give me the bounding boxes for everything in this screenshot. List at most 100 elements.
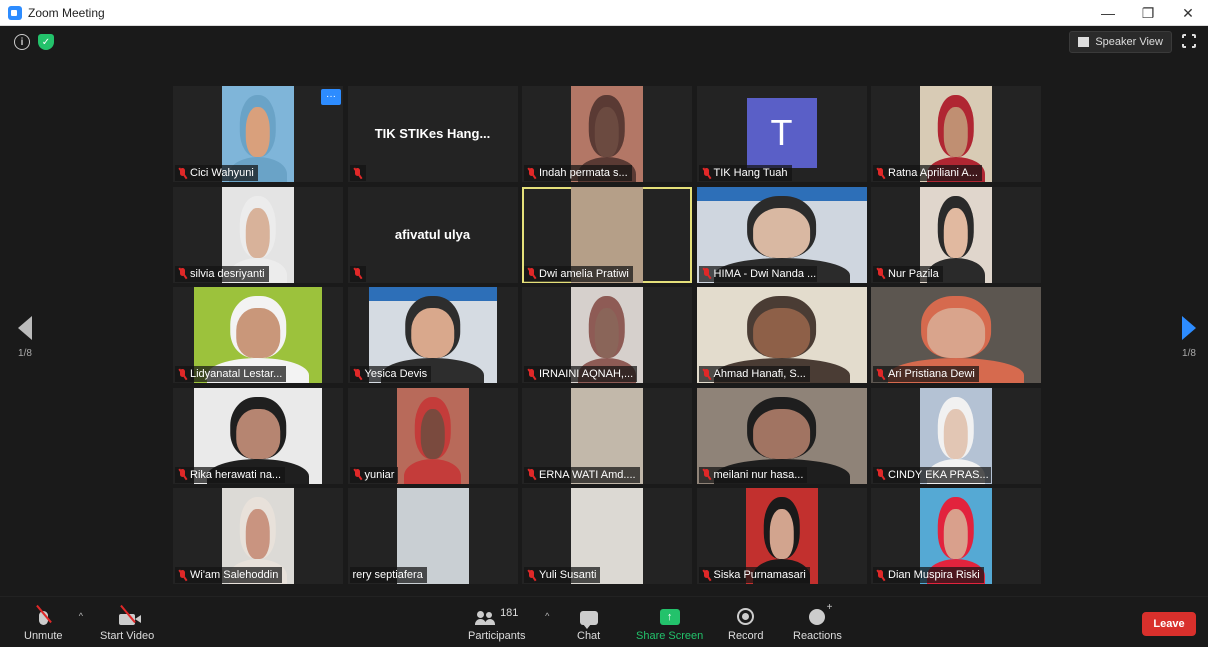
participant-name: Nur Pazila <box>888 267 939 280</box>
participant-name: Ahmad Hanafi, S... <box>713 368 806 380</box>
title-bar: Zoom Meeting — ❐ ✕ <box>0 0 1208 26</box>
mic-muted-icon <box>702 368 711 380</box>
participant-tile[interactable]: TIK STIKes Hang... <box>347 86 518 182</box>
start-video-button[interactable]: Start Video <box>100 603 154 642</box>
participant-tile[interactable]: Yesica Devis <box>347 287 518 383</box>
speaker-view-label: Speaker View <box>1095 36 1163 48</box>
participant-tile[interactable]: HIMA - Dwi Nanda ... <box>696 186 867 283</box>
participant-name-bar: Rika herawati na... <box>175 466 286 483</box>
share-screen-button[interactable]: ↑ Share Screen <box>636 603 703 642</box>
participant-name-bar: Siska Purnamasari <box>698 567 810 583</box>
participant-tile[interactable]: CINDY EKA PRAS... <box>871 387 1041 484</box>
participant-face <box>236 308 280 359</box>
start-video-label: Start Video <box>100 630 155 642</box>
participant-name-bar: TIK Hang Tuah <box>698 165 792 181</box>
participant-name-bar: Ahmad Hanafi, S... <box>698 366 810 382</box>
participant-tile[interactable]: ··· Cici Wahyuni <box>173 86 343 182</box>
chat-button[interactable]: Chat <box>577 603 600 642</box>
participants-count: 181 <box>500 607 519 619</box>
participant-tile[interactable]: Lidyanatal Lestar... <box>173 287 343 383</box>
participant-name: Siska Purnamasari <box>713 569 806 581</box>
participant-name-bar: Dian Muspira Riski <box>873 567 984 583</box>
participant-name: Ari Pristiana Dewi <box>888 368 975 380</box>
participant-name-bar: silvia desriyanti <box>175 265 269 282</box>
participant-name-bar: Nur Pazila <box>873 265 943 282</box>
participant-name-bar: CINDY EKA PRAS... <box>873 466 991 483</box>
participant-name: HIMA - Dwi Nanda ... <box>713 267 817 280</box>
virtual-background-banner <box>696 186 867 201</box>
participant-face <box>245 107 271 158</box>
audio-options-caret[interactable]: ^ <box>79 611 83 621</box>
mic-muted-icon <box>178 368 187 380</box>
participant-tile[interactable]: Nur Pazila <box>871 186 1041 283</box>
participant-name: yuniar <box>364 468 395 481</box>
participant-name-bar: Indah permata s... <box>524 165 632 181</box>
participant-display-name: afivatul ulya <box>394 226 471 242</box>
fullscreen-icon[interactable] <box>1182 34 1196 48</box>
mic-muted-icon <box>876 268 885 279</box>
close-icon[interactable]: ✕ <box>1168 0 1208 26</box>
participant-name: meilani nur hasa... <box>713 468 804 481</box>
participant-name: Lidyanatal Lestar... <box>190 368 283 380</box>
participant-tile[interactable]: Dian Muspira Riski <box>871 488 1041 584</box>
participant-face <box>594 308 620 359</box>
next-page-button[interactable]: 1/8 <box>1182 316 1196 359</box>
participant-tile[interactable]: Rika herawati na... <box>173 387 343 484</box>
mic-muted-icon <box>702 469 711 480</box>
participant-tile[interactable]: Ari Pristiana Dewi <box>871 287 1041 383</box>
restore-icon[interactable]: ❐ <box>1128 0 1168 26</box>
mic-muted-icon <box>527 167 536 179</box>
participant-name: Rika herawati na... <box>190 468 282 481</box>
participant-tile[interactable]: silvia desriyanti <box>173 186 343 283</box>
participant-tile[interactable]: Ahmad Hanafi, S... <box>696 287 867 383</box>
participant-face <box>245 207 271 258</box>
reactions-icon <box>809 602 832 625</box>
mic-muted-icon <box>178 167 187 179</box>
participant-video <box>396 387 469 484</box>
participant-face <box>420 408 445 459</box>
prev-page-button[interactable]: 1/8 <box>18 316 32 359</box>
participant-name: Cici Wahyuni <box>190 167 254 179</box>
participant-tile[interactable]: Yuli Susanti <box>522 488 692 584</box>
participant-tile[interactable]: Wi'am Salehoddin <box>173 488 343 584</box>
page-indicator-left: 1/8 <box>18 348 32 359</box>
participant-tile[interactable]: Ratna Apriliani A... <box>871 86 1041 182</box>
record-button[interactable]: Record <box>728 603 763 642</box>
participant-name-bar: Wi'am Salehoddin <box>175 567 283 583</box>
shield-icon[interactable]: ✓ <box>38 34 54 50</box>
participants-button[interactable]: 181 ^ Participants <box>468 603 549 642</box>
leave-button[interactable]: Leave <box>1142 612 1196 636</box>
participant-tile[interactable]: meilani nur hasa... <box>696 387 867 484</box>
participant-name-bar <box>349 165 366 181</box>
more-options-button[interactable]: ··· <box>321 89 341 105</box>
participant-tile[interactable]: rery septiafera <box>347 488 518 584</box>
participant-name: Yesica Devis <box>364 368 428 380</box>
participants-icon: 181 ^ <box>475 603 549 625</box>
mic-muted-icon <box>178 469 187 480</box>
speaker-view-button[interactable]: Speaker View <box>1069 31 1172 53</box>
speaker-view-icon <box>1078 37 1090 47</box>
participant-tile[interactable]: afivatul ulya <box>347 186 518 283</box>
mic-muted-icon <box>527 268 536 279</box>
participant-face <box>943 509 969 560</box>
mic-muted-icon <box>353 167 362 179</box>
participant-name-bar <box>349 265 366 282</box>
participant-face <box>752 207 811 258</box>
info-icon[interactable]: i <box>14 34 30 50</box>
meeting-area: i ✓ Speaker View 1/8 1/8 ··· Cici Wahyuni… <box>6 26 1202 596</box>
participant-tile[interactable]: Indah permata s... <box>522 86 692 182</box>
participant-tile[interactable]: yuniar <box>347 387 518 484</box>
participant-tile[interactable]: ERNA WATI Amd.... <box>522 387 692 484</box>
minimize-icon[interactable]: — <box>1088 0 1128 26</box>
page-indicator-right: 1/8 <box>1182 348 1196 359</box>
reactions-button[interactable]: Reactions <box>793 602 842 642</box>
mic-muted-icon <box>353 368 362 380</box>
unmute-button[interactable]: ^ Unmute <box>24 603 83 642</box>
participant-tile[interactable]: T TIK Hang Tuah <box>696 86 867 182</box>
participant-tile[interactable]: Siska Purnamasari <box>696 488 867 584</box>
participants-options-caret[interactable]: ^ <box>545 611 549 621</box>
mic-muted-icon <box>178 569 187 581</box>
participant-name-bar: Yesica Devis <box>349 366 432 382</box>
participant-tile[interactable]: IRNAINI AQNAH,... <box>522 287 692 383</box>
participant-tile[interactable]: Dwi amelia Pratiwi <box>522 186 692 283</box>
